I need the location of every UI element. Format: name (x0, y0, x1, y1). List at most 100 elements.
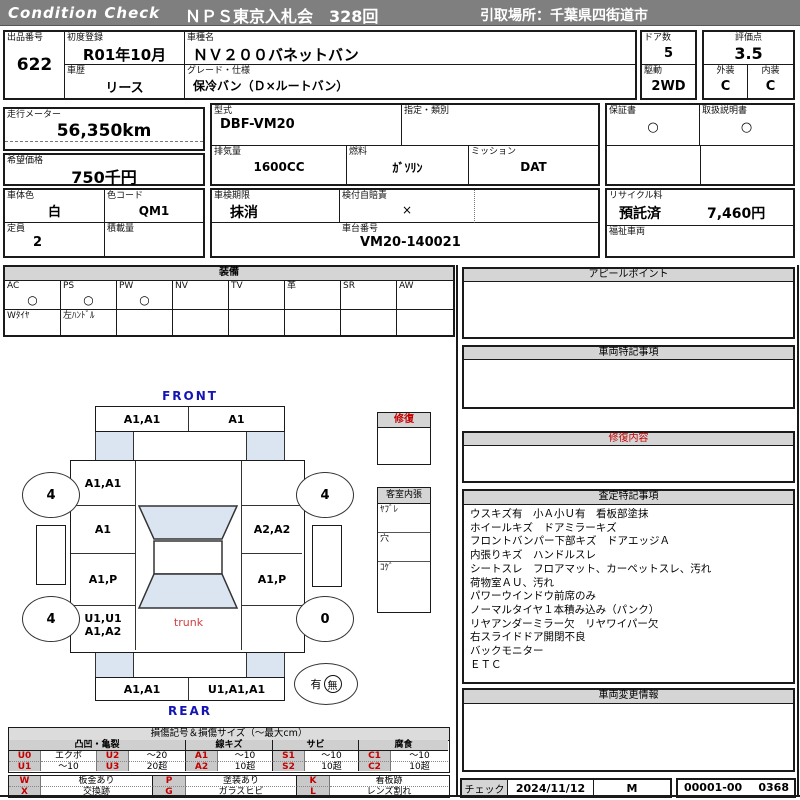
rear-bumper-left-cell: A1,A1 (96, 678, 189, 700)
cabin-row-tear: ﾔﾌﾞﾚ (378, 504, 430, 532)
header-bar: Condition Check ＮＰＳ東京入札会 328回 引取場所：千葉県四街… (0, 0, 800, 26)
legend-code: U2 (97, 751, 129, 761)
taillight-band (95, 653, 285, 677)
legend-code: A1 (186, 751, 218, 761)
assessment-line: ホイールキズ ドアミラーキズ (470, 522, 787, 536)
fuel-value: ｶﾞｿﾘﾝ (347, 158, 468, 176)
engine-table: 型式 DBF-VM20 指定・類別 排気量 1600CC 燃料 ｶﾞｿﾘﾝ ミッ… (210, 103, 600, 186)
auction-sheet: Condition Check ＮＰＳ東京入札会 328回 引取場所：千葉県四街… (0, 0, 800, 800)
assessment-line: バックモニター (470, 645, 787, 659)
check-label: チェック (462, 780, 508, 796)
equip-mark (229, 292, 284, 307)
drive-label: 駆動 (642, 65, 695, 77)
legend-table: 損傷記号＆損傷サイズ（～最大cm） 凸凹・亀裂 線キズ サビ 腐食 U0 エクボ… (8, 727, 450, 773)
model-code-value: DBF-VM20 (212, 117, 401, 132)
legend-code: U0 (9, 751, 41, 761)
inspection-value: 抹消 (212, 202, 339, 222)
exterior-cell: 外装 C (704, 65, 748, 98)
recycle-status: 預託済 (619, 203, 661, 223)
warranty-cell: 保証書 ○ (607, 105, 700, 146)
spare-tire-indicator: 有 無 (294, 663, 358, 705)
rear-label: REAR (95, 704, 285, 718)
vehicle-notes-panel: 車両特記事項 (462, 345, 795, 409)
recycle-fee: 7,460円 (707, 203, 765, 223)
equip-col-pw: PW ○ (117, 280, 173, 310)
appeal-panel: アピールポイント (462, 267, 795, 339)
model-code-label: 型式 (212, 105, 401, 117)
cabin-box-title: 客室内張 (378, 488, 430, 504)
repair-mini-title: 修復 (378, 413, 430, 428)
front-bumper-left-cell: A1,A1 (96, 407, 189, 431)
mission-label: ミッション (469, 146, 598, 158)
assessment-line: 右スライドドア開閉不良 (470, 631, 787, 645)
legend-value: ～20 (129, 751, 186, 761)
equipment-title: 装備 (5, 267, 453, 281)
equip-extra-2: 左ﾊﾝﾄﾞﾙ (61, 310, 117, 335)
vehicle-notes-title: 車両特記事項 (464, 347, 793, 360)
price-box: 希望価格 750千円 (3, 153, 205, 186)
bottom-frame-line (0, 795, 800, 797)
capacity-label: 定員 (5, 223, 104, 235)
lot-label: 出品番号 (5, 32, 64, 44)
body-color-cell: 車体色 白 (5, 190, 105, 223)
vin-label: 車台番号 (340, 223, 598, 235)
equip-extra-5 (229, 310, 285, 335)
drive-cell: 駆動 2WD (642, 65, 695, 98)
insurance-mark: × (340, 202, 474, 218)
equip-label: TV (229, 280, 284, 292)
equip-mark: ○ (5, 292, 60, 307)
vin-cell: 車台番号 VM20-140021 (340, 223, 598, 256)
grade-label: グレード・仕様 (185, 65, 635, 77)
tire-front-right: 4 (296, 472, 354, 518)
equip-mark (341, 292, 396, 307)
taillight-left (96, 653, 134, 677)
fuel-cell: 燃料 ｶﾞｿﾘﾝ (347, 146, 469, 184)
equip-label: 革 (285, 280, 340, 292)
legend-code: P (153, 776, 186, 786)
model-value: ＮＶ２００バネットバン (185, 44, 635, 65)
equip-extra-7 (341, 310, 397, 335)
doors-drive-box: ドア数 5 駆動 2WD (640, 30, 697, 100)
exterior-value: C (704, 77, 747, 95)
rear-bumper-right-cell: U1,A1,A1 (189, 678, 284, 700)
exterior-label: 外装 (704, 65, 747, 77)
legend-value: ～10 (305, 751, 359, 761)
equip-col-ps: PS ○ (61, 280, 117, 310)
first-reg-label: 初度登録 (65, 32, 184, 44)
recycle-table: リサイクル料 預託済 7,460円 福祉車両 (605, 188, 795, 258)
equip-extra-4 (173, 310, 229, 335)
warranty-label: 保証書 (607, 105, 699, 117)
legend-code: K (297, 776, 330, 786)
first-reg-value: R01年10月 (65, 44, 184, 64)
assessment-line: 内張りキズ ハンドルスレ (470, 549, 787, 563)
class-cell: 指定・類別 (402, 105, 598, 146)
doc-code: 0368 (758, 781, 789, 794)
manual-cell: 取扱説明書 ○ (700, 105, 793, 146)
side-panel-right (312, 525, 342, 587)
equip-extra-3 (117, 310, 173, 335)
equip-mark (397, 292, 453, 307)
color-code-label: 色コード (105, 190, 203, 202)
check-date: 2024/11/12 (508, 780, 594, 796)
mission-cell: ミッション DAT (469, 146, 598, 184)
first-reg-cell: 初度登録 R01年10月 (65, 32, 185, 65)
legend-value: 10超 (305, 761, 359, 771)
legend-value: 看板跡 (330, 776, 448, 786)
history-label: 車歴 (65, 65, 184, 77)
equip-label: AC (5, 280, 60, 292)
assessment-line: ＥＴＣ (470, 659, 787, 673)
interior-label: 内装 (748, 65, 793, 77)
inspection-cell: 車検期限 抹消 (212, 190, 340, 223)
assessment-text: ウスキズ有 小Ａ小Ｕ有 看板部塗抹 ホイールキズ ドアミラーキズ フロントバンパ… (464, 505, 793, 675)
taillight-right (246, 653, 284, 677)
vehicle-id-table: 出品番号 622 初度登録 R01年10月 車歴 リース 車種名 ＮＶ２００バネ… (3, 30, 637, 100)
score-cell: 評価点 3.5 (704, 32, 793, 65)
cabin-box: 客室内張 ﾔﾌﾞﾚ 穴 ｺｹﾞ (377, 487, 431, 613)
equip-extra-1: Wﾀｲﾔ (5, 310, 61, 335)
equip-label: AW (397, 280, 453, 292)
displacement-cell: 排気量 1600CC (212, 146, 347, 184)
doc-number: 00001-00 (684, 781, 742, 794)
color-code-cell: 色コード QM1 (105, 190, 203, 223)
warranty-table: 保証書 ○ 取扱説明書 ○ (605, 103, 795, 186)
insurance-cell: 検付自賠責 × (340, 190, 474, 223)
